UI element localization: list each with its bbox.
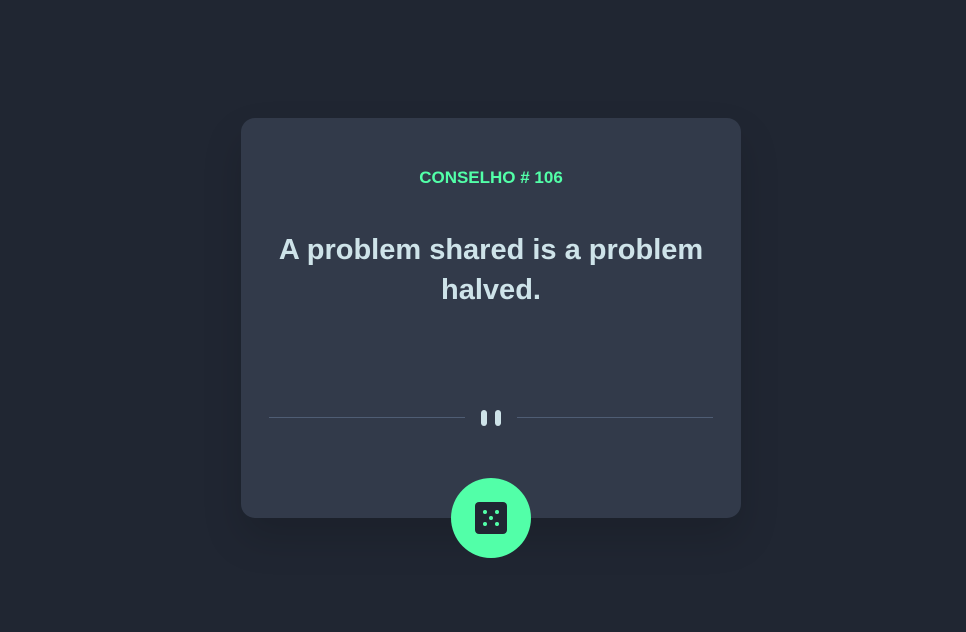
advice-card: CONSELHO # 106 A problem shared is a pro… xyxy=(241,118,741,518)
page: { "card": { "advice_id_label": "CONSELHO… xyxy=(0,0,966,632)
divider-line-left xyxy=(269,417,465,418)
generate-advice-button[interactable] xyxy=(451,478,531,558)
dice-icon xyxy=(475,502,507,534)
pause-icon xyxy=(481,410,501,426)
advice-id-label: CONSELHO # 106 xyxy=(419,168,563,187)
advice-quote: A problem shared is a problem halved. xyxy=(278,234,704,306)
divider-line-right xyxy=(517,417,713,418)
pattern-divider xyxy=(269,408,713,428)
